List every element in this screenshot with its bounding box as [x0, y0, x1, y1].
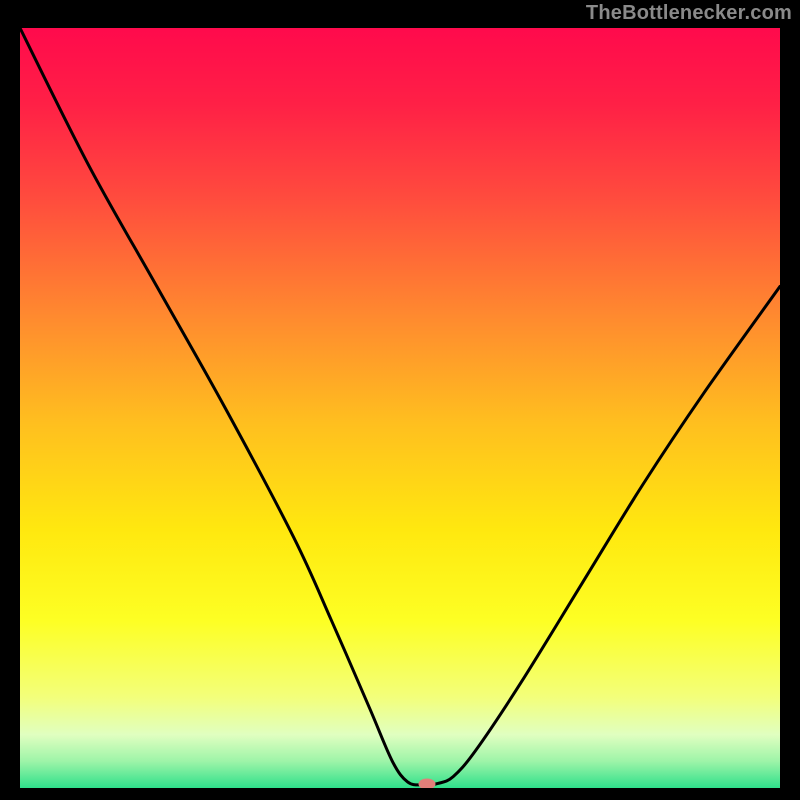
plot-area — [20, 28, 780, 788]
bottleneck-curve — [20, 28, 780, 788]
optimal-point-marker — [418, 779, 435, 788]
chart-frame: TheBottlenecker.com — [0, 0, 800, 800]
branding-label: TheBottlenecker.com — [586, 2, 792, 25]
